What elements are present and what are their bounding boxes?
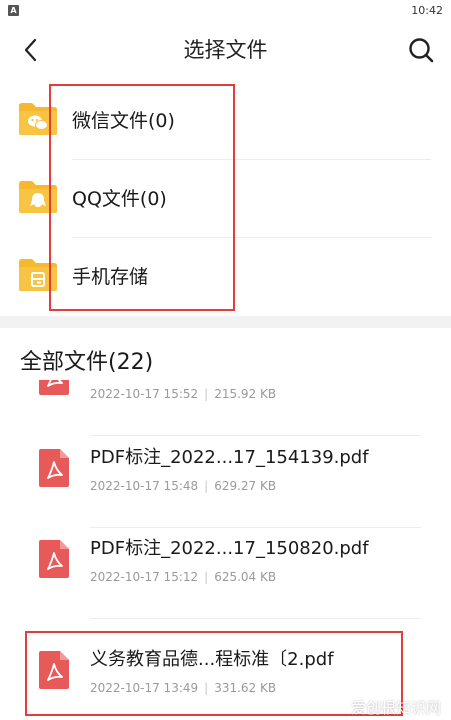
source-item-wechat[interactable]: 微信文件(0) [0, 82, 451, 160]
file-date: 2022-10-17 15:48 [90, 479, 199, 493]
file-size: 215.92 KB [214, 387, 277, 401]
file-item[interactable]: PDF标注_2022...17_150820.pdf 2022-10-17 15… [0, 527, 451, 619]
source-list: 微信文件(0) QQ文件(0) 手机存储 [0, 82, 451, 316]
source-label: QQ文件(0) [72, 188, 167, 210]
file-meta: 2022-10-17 15:48 | 629.27 KB [90, 479, 277, 493]
file-name: PDF标注_2022...17_154139.pdf [90, 447, 369, 468]
file-item[interactable]: 2022-10-17 15:52 | 215.92 KB [0, 380, 451, 436]
file-size: 331.62 KB [214, 681, 277, 695]
file-item[interactable]: PDF标注_2022...17_154139.pdf 2022-10-17 15… [0, 436, 451, 528]
source-item-qq[interactable]: QQ文件(0) [0, 160, 451, 238]
file-size: 625.04 KB [214, 570, 277, 584]
pdf-file-icon [39, 651, 69, 689]
file-name: 义务教育品德...程标准〔2.pdf [90, 649, 334, 670]
file-size: 629.27 KB [214, 479, 277, 493]
source-item-phone-storage[interactable]: 手机存储 [0, 238, 451, 316]
search-icon [409, 38, 434, 63]
divider [90, 618, 421, 619]
status-time: 10:42 [411, 4, 443, 17]
pdf-file-icon [39, 449, 69, 487]
file-date: 2022-10-17 13:49 [90, 681, 199, 695]
status-bar: A 10:42 [0, 0, 451, 22]
file-date: 2022-10-17 15:52 [90, 387, 199, 401]
file-date: 2022-10-17 15:12 [90, 570, 199, 584]
phone-storage-folder-icon [19, 259, 57, 291]
file-name: PDF标注_2022...17_150820.pdf [90, 538, 369, 559]
watermark: 爱创根知识网 [350, 699, 441, 717]
source-label: 手机存储 [72, 266, 149, 288]
all-files-title: 全部文件(22) [20, 350, 154, 375]
file-meta: 2022-10-17 15:12 | 625.04 KB [90, 570, 277, 584]
file-meta: 2022-10-17 15:52 | 215.92 KB [90, 387, 277, 401]
qq-folder-icon [19, 181, 57, 213]
wechat-folder-icon [19, 103, 57, 135]
search-button[interactable] [407, 36, 435, 64]
pdf-file-icon [39, 540, 69, 578]
section-separator [0, 316, 451, 328]
source-label: 微信文件(0) [72, 110, 175, 132]
status-badge: A [8, 5, 19, 16]
file-meta: 2022-10-17 13:49 | 331.62 KB [90, 681, 277, 695]
file-list[interactable]: 2022-10-17 15:52 | 215.92 KB PDF标注_2022...… [0, 380, 451, 720]
page-title: 选择文件 [183, 38, 268, 62]
pdf-file-icon [39, 380, 69, 395]
header: 选择文件 [0, 22, 451, 78]
